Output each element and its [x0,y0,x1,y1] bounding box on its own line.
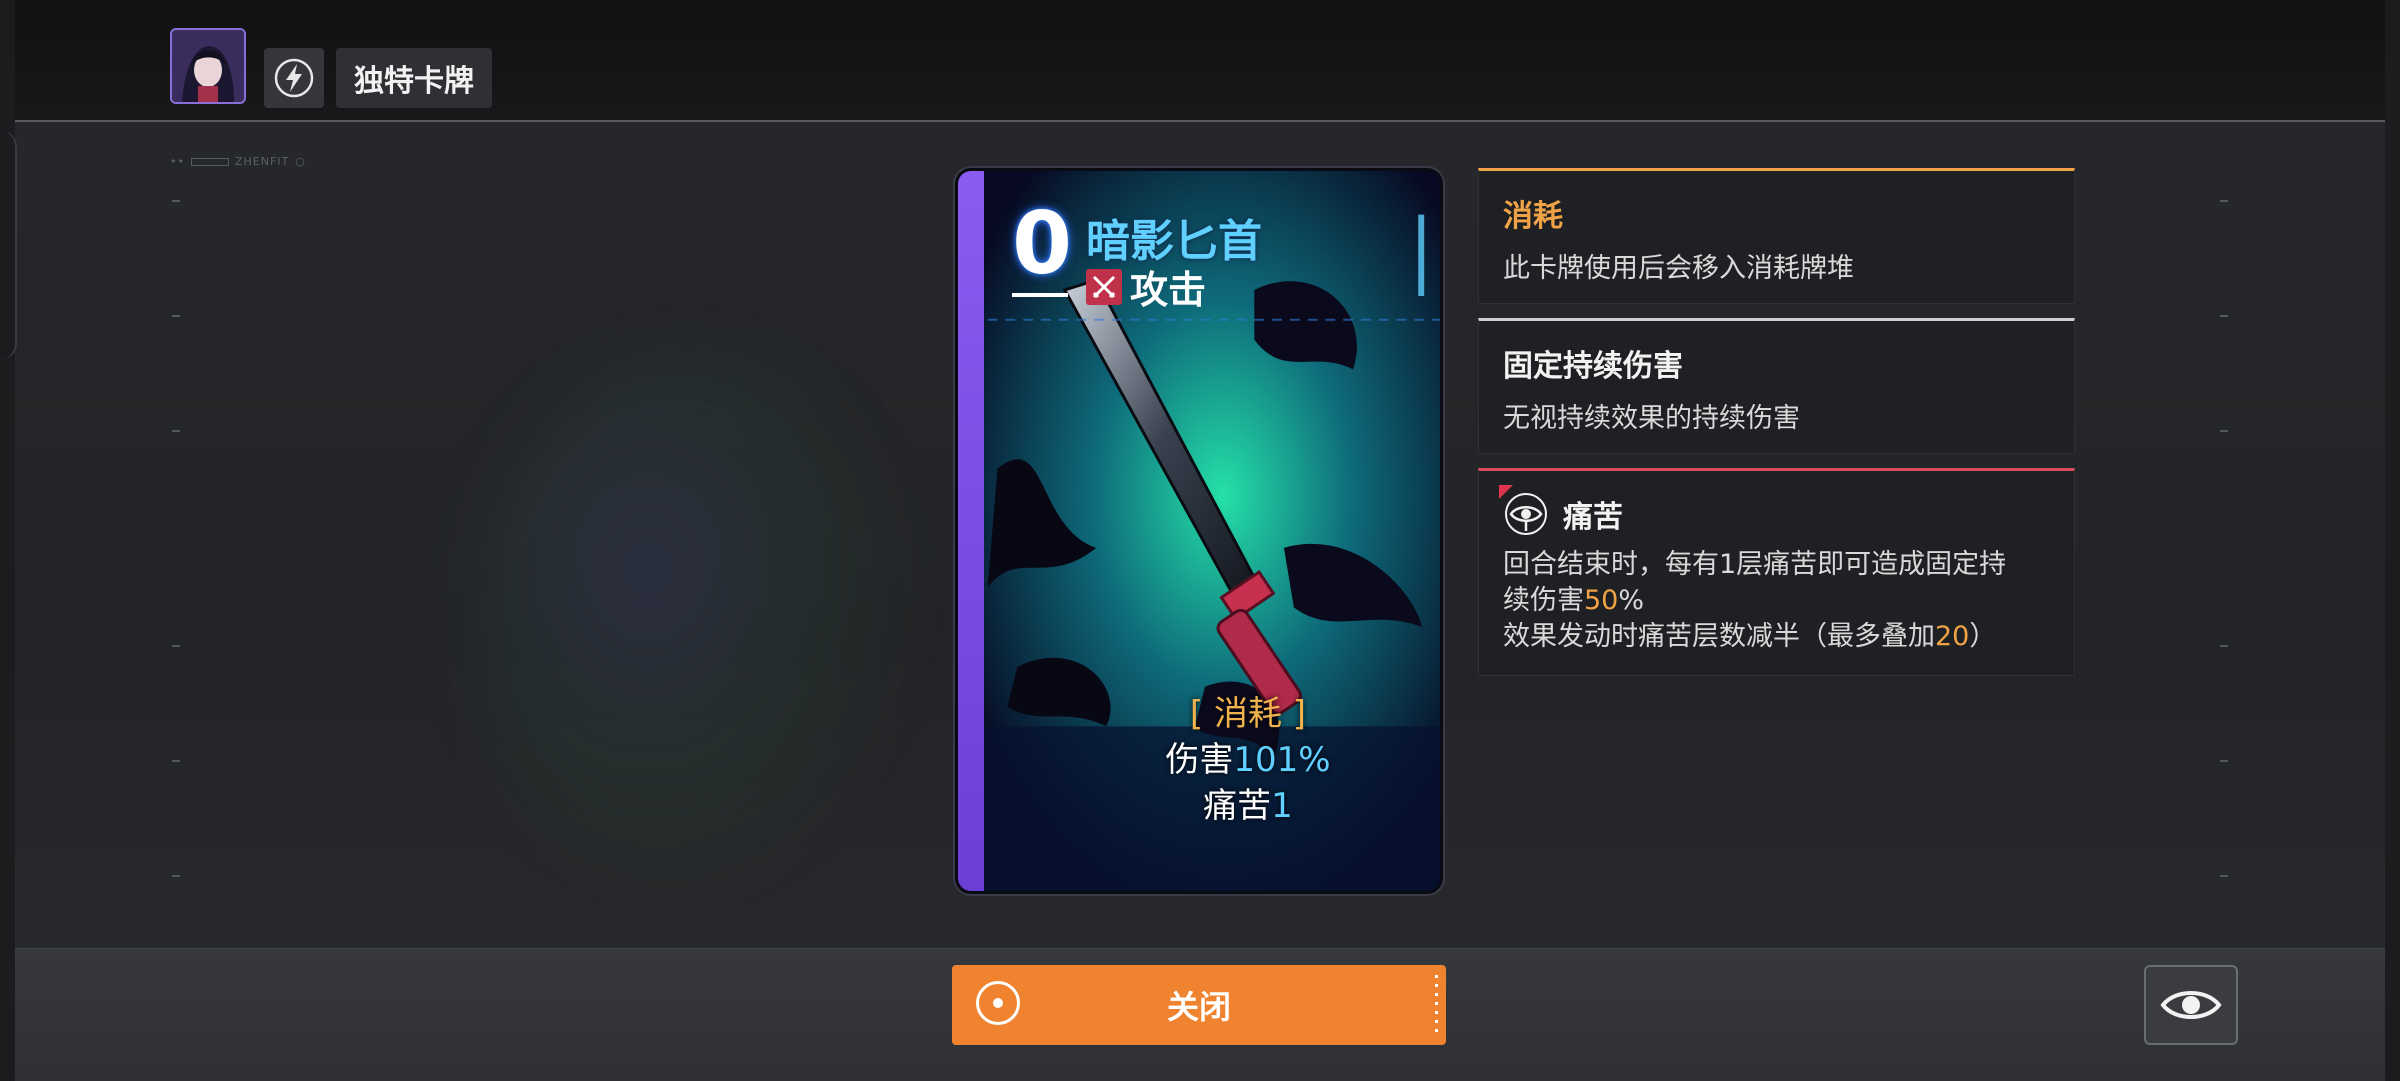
card-type: 攻击 [1086,259,1206,314]
confirm-circle-icon [976,981,1020,1025]
right-tick-ruler [2220,200,2228,880]
card-stat-pain: 痛苦1 [1203,786,1293,826]
keyword-panel-consume: 消耗 此卡牌使用后会移入消耗牌堆 [1478,168,2075,304]
lightning-icon [274,58,314,98]
button-edge-dots [1435,975,1438,1035]
card-stat-damage: 伤害101% [1165,740,1331,780]
card-type-label: 攻击 [1130,268,1207,312]
attack-icon [1086,268,1122,305]
left-tick-ruler [172,200,180,880]
card-rarity-strip [958,171,984,891]
avatar-portrait [172,30,244,102]
hud-dots: •• [170,155,185,168]
eye-icon [2160,991,2222,1019]
keyword-panel-pain: 痛苦 回合结束时，每有1层痛苦即可造成固定持 续伤害50% 效果发动时痛苦层数减… [1478,468,2075,676]
view-toggle-button[interactable] [2144,965,2238,1045]
keyword-title-row: 痛苦 [1499,485,2050,537]
close-button-label: 关闭 [1166,988,1231,1026]
card-stat-tag: [ 消耗 ] [1189,694,1307,734]
character-avatar[interactable] [170,28,246,104]
keyword-desc: 回合结束时，每有1层痛苦即可造成固定持 续伤害50% 效果发动时痛苦层数减半（最… [1503,549,2007,652]
page-title: 独特卡牌 [336,48,492,108]
left-edge-decor [0,130,17,360]
keyword-title: 痛苦 [1563,500,1623,535]
card-stats: [ 消耗 ] 伤害101% 痛苦1 [1078,691,1418,829]
hud-label: •• ZHENFIT ○ [170,155,306,168]
hud-text: ZHENFIT [234,155,290,168]
card-cost: 0 [1012,194,1072,294]
keyword-desc: 无视持续效果的持续伤害 [1503,403,1800,434]
keyword-panel-fixed-dot: 固定持续伤害 无视持续效果的持续伤害 [1478,318,2075,454]
close-button[interactable]: 关闭 [952,965,1446,1045]
background-blur [480,360,900,880]
keyword-title: 消耗 [1503,199,1563,234]
hud-bar [190,157,229,166]
keyword-title: 固定持续伤害 [1503,349,1683,384]
keyword-desc: 此卡牌使用后会移入消耗牌堆 [1503,253,1854,284]
skill-card[interactable]: 0 暗影匕首 攻击 [ 消耗 ] 伤害101% 痛苦1 [955,168,1443,894]
energy-button[interactable] [264,48,324,108]
pain-eye-icon [1499,485,1549,537]
hud-circle: ○ [295,155,306,168]
cost-underline [1012,293,1068,297]
